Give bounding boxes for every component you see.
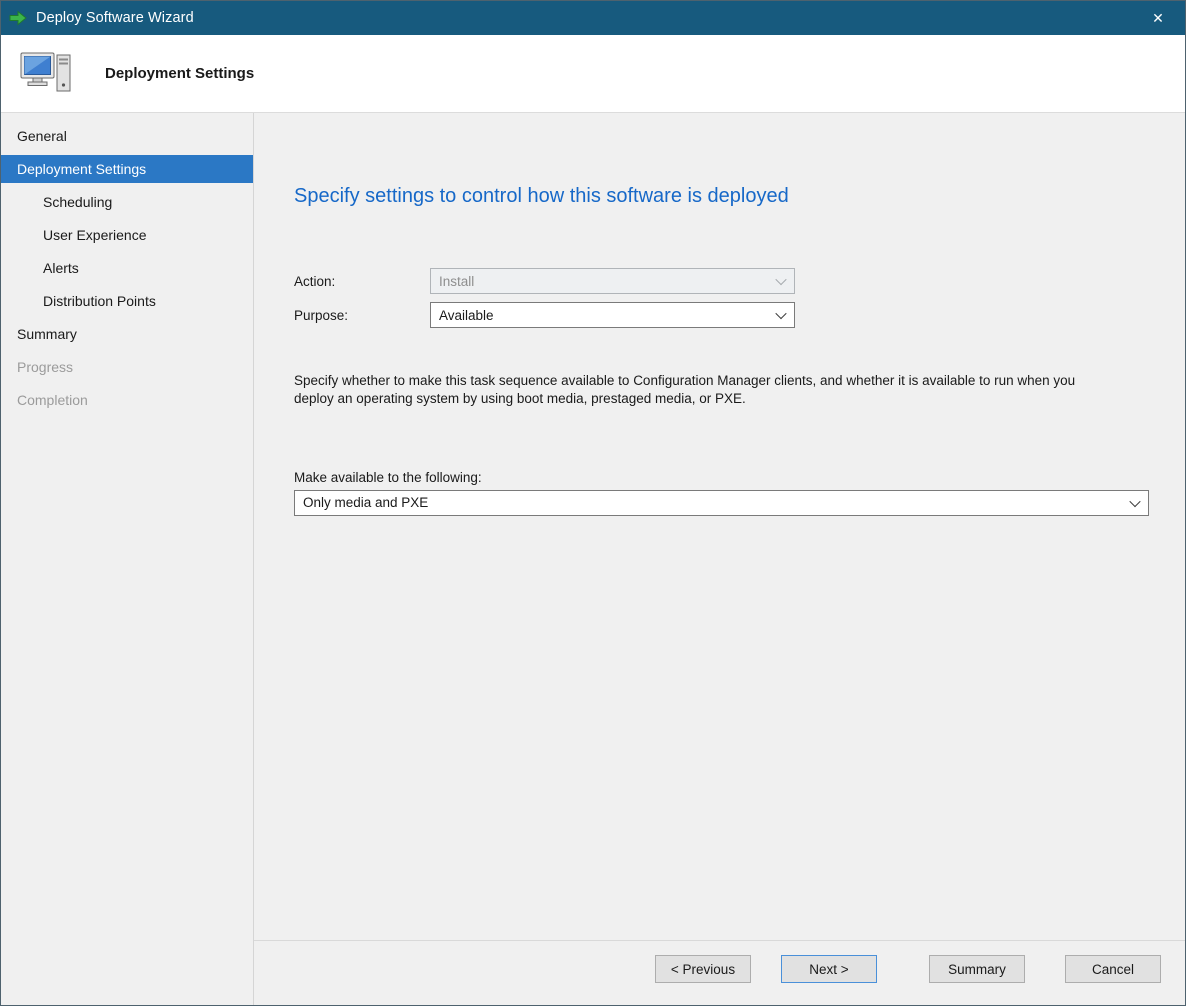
wizard-footer: < Previous Next > Summary Cancel <box>254 940 1185 1005</box>
chevron-down-icon <box>768 303 794 327</box>
sidebar-item-deployment-settings[interactable]: Deployment Settings <box>1 155 253 183</box>
purpose-dropdown[interactable]: Available <box>430 302 795 328</box>
make-available-label: Make available to the following: <box>294 470 1149 485</box>
summary-button[interactable]: Summary <box>929 955 1025 983</box>
content-heading: Specify settings to control how this sof… <box>294 185 1149 208</box>
action-label: Action: <box>294 274 430 289</box>
sidebar-item-label: Completion <box>17 392 88 408</box>
computer-icon <box>19 49 105 99</box>
sidebar-item-user-experience[interactable]: User Experience <box>1 221 253 249</box>
wizard-body: General Deployment Settings Scheduling U… <box>1 113 1185 1005</box>
action-value: Install <box>439 274 474 289</box>
make-available-row: Only media and PXE <box>294 490 1149 516</box>
wizard-step-list: General Deployment Settings Scheduling U… <box>1 113 254 1005</box>
sidebar-item-label: Alerts <box>43 260 79 276</box>
sidebar-item-label: User Experience <box>43 227 147 243</box>
page-title: Deployment Settings <box>105 65 254 82</box>
availability-description: Specify whether to make this task sequen… <box>294 372 1106 408</box>
purpose-row: Purpose: Available <box>294 302 1149 328</box>
window-title: Deploy Software Wizard <box>36 10 1141 26</box>
close-icon[interactable]: ✕ <box>1141 1 1175 35</box>
cancel-button[interactable]: Cancel <box>1065 955 1161 983</box>
sidebar-item-label: Deployment Settings <box>17 161 146 177</box>
make-available-value: Only media and PXE <box>303 495 428 510</box>
sidebar-item-label: Summary <box>17 326 77 342</box>
make-available-dropdown[interactable]: Only media and PXE <box>294 490 1149 516</box>
next-button[interactable]: Next > <box>781 955 877 983</box>
wizard-green-arrow-icon <box>9 10 27 26</box>
purpose-label: Purpose: <box>294 308 430 323</box>
sidebar-item-label: Progress <box>17 359 73 375</box>
sidebar-item-scheduling[interactable]: Scheduling <box>1 188 253 216</box>
sidebar-item-distribution-points[interactable]: Distribution Points <box>1 287 253 315</box>
action-dropdown: Install <box>430 268 795 294</box>
previous-button[interactable]: < Previous <box>655 955 751 983</box>
sidebar-item-completion: Completion <box>1 386 253 414</box>
wizard-content: Specify settings to control how this sof… <box>254 113 1185 1005</box>
sidebar-item-progress: Progress <box>1 353 253 381</box>
sidebar-item-alerts[interactable]: Alerts <box>1 254 253 282</box>
purpose-value: Available <box>439 308 494 323</box>
sidebar-item-label: Distribution Points <box>43 293 156 309</box>
chevron-down-icon <box>768 269 794 293</box>
deploy-software-wizard-window: Deploy Software Wizard ✕ Deployment Sett… <box>0 0 1186 1006</box>
sidebar-item-general[interactable]: General <box>1 122 253 150</box>
sidebar-item-label: General <box>17 128 67 144</box>
sidebar-item-label: Scheduling <box>43 194 112 210</box>
title-bar: Deploy Software Wizard ✕ <box>1 1 1185 35</box>
deployment-settings-panel: Specify settings to control how this sof… <box>254 113 1185 940</box>
action-purpose-form: Action: Install Purpose: Available <box>294 268 1149 328</box>
action-row: Action: Install <box>294 268 1149 294</box>
chevron-down-icon <box>1122 491 1148 515</box>
sidebar-item-summary[interactable]: Summary <box>1 320 253 348</box>
wizard-header: Deployment Settings <box>1 35 1185 113</box>
